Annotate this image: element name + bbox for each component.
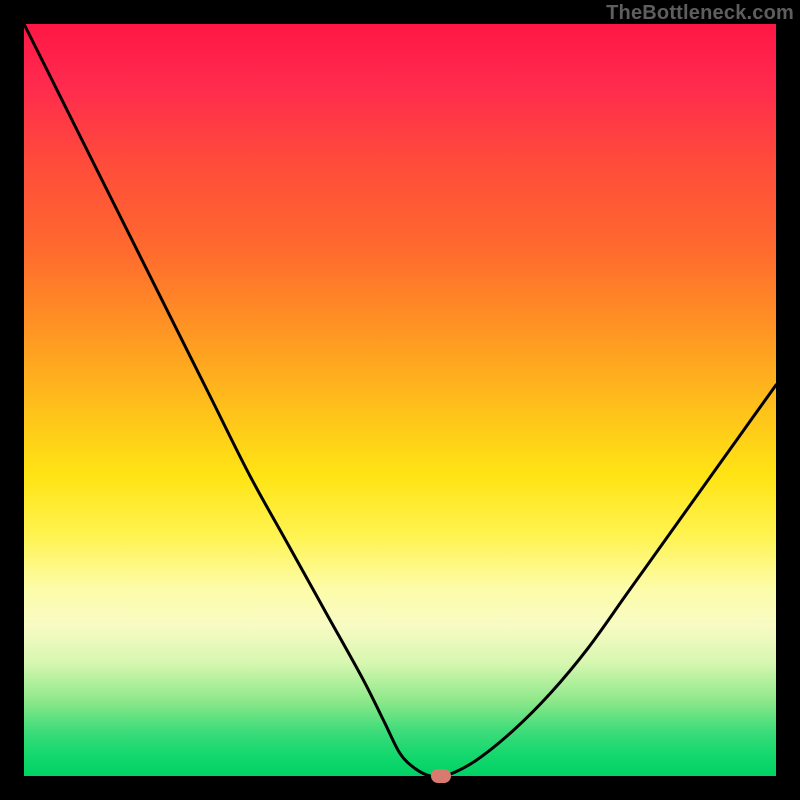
chart-frame: TheBottleneck.com <box>0 0 800 800</box>
watermark-label: TheBottleneck.com <box>606 2 794 25</box>
optimal-point-marker <box>431 769 451 783</box>
bottleneck-curve <box>24 24 776 776</box>
chart-plot-area <box>24 24 776 776</box>
